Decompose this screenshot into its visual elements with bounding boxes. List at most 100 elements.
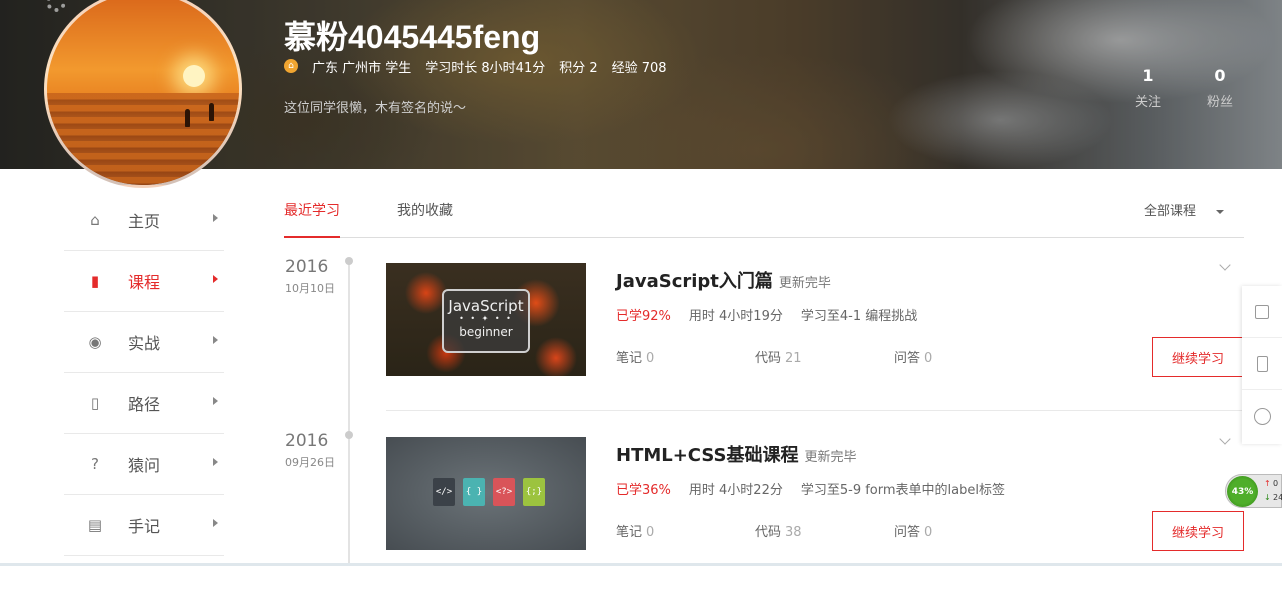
- followers-label: 粉丝: [1206, 95, 1233, 110]
- chevron-right-icon: [213, 458, 218, 466]
- notes-count[interactable]: 笔记 0: [616, 521, 654, 540]
- course-progress: 已学36%: [616, 483, 671, 498]
- experience: 经验 708: [611, 60, 667, 76]
- signature: 这位同学很懒，木有签名的说～: [284, 101, 467, 116]
- sidebar-item-label: 猿问: [128, 456, 161, 475]
- qa-count[interactable]: 问答 0: [894, 347, 932, 366]
- code-count[interactable]: 代码 38: [755, 521, 802, 540]
- course-divider: [386, 410, 1244, 411]
- sidebar-item-label: 实战: [128, 334, 161, 353]
- avatar[interactable]: [44, 0, 242, 188]
- course-title[interactable]: JavaScript入门篇: [616, 271, 773, 292]
- download-value: 24: [1273, 493, 1282, 502]
- feedback-button[interactable]: [1242, 286, 1282, 338]
- sidebar-item-home[interactable]: ⌂ 主页: [64, 190, 224, 251]
- mobile-app-button[interactable]: [1242, 338, 1282, 390]
- code-value: 21: [785, 351, 802, 366]
- sidebar-item-courses[interactable]: ▮ 课程: [64, 251, 224, 312]
- notes-value: 0: [646, 351, 655, 366]
- sidebar-nav: ⌂ 主页 ▮ 课程 ◉ 实战 ▯ 路径 ? 猿问 ▤ 手记: [64, 190, 224, 556]
- javascript-badge: JavaScript • • ✦ • • beginner: [442, 289, 530, 353]
- course-item: 2016 10月10日 JavaScript • • ✦ • • beginne…: [280, 257, 1250, 431]
- network-speed-widget[interactable]: 43% ↑ 0 ↓ 24: [1225, 474, 1282, 508]
- qa-value: 0: [924, 525, 933, 540]
- chevron-down-icon[interactable]: [1219, 259, 1231, 271]
- following-label: 关注: [1134, 95, 1161, 110]
- profile-meta: ⌂ 广东 广州市 学生 学习时长 8小时41分 积分 2 经验 708: [284, 56, 667, 76]
- css-file-icon: { }: [463, 478, 485, 506]
- thumb-dots: • • ✦ • •: [459, 314, 513, 323]
- course-thumbnail[interactable]: JavaScript • • ✦ • • beginner: [386, 263, 586, 376]
- followers-stat[interactable]: 0 粉丝: [1195, 66, 1245, 110]
- notes-value: 0: [646, 525, 655, 540]
- course-info: 已学36% 用时 4小时22分 学习至5-9 form表单中的label标签: [616, 479, 1005, 498]
- course-title[interactable]: HTML+CSS基础课程: [616, 445, 798, 466]
- qa-count[interactable]: 问答 0: [894, 521, 932, 540]
- location-text: 广东 广州市 学生: [312, 60, 412, 76]
- course-info: 已学92% 用时 4小时19分 学习至4-1 编程挑战: [616, 305, 917, 324]
- sidebar-item-paths[interactable]: ▯ 路径: [64, 373, 224, 434]
- chevron-right-icon: [213, 397, 218, 405]
- right-toolbar: [1242, 286, 1282, 444]
- course-thumbnail[interactable]: </> { } <?> {;}: [386, 437, 586, 550]
- sidebar-item-label: 路径: [128, 395, 161, 414]
- course-last-lesson[interactable]: 学习至5-9 form表单中的label标签: [801, 479, 1005, 498]
- course-title-row: JavaScript入门篇 更新完毕: [616, 267, 831, 293]
- avatar-figure: [209, 103, 214, 121]
- signal-icon: ◉: [88, 333, 102, 351]
- following-stat[interactable]: 1 关注: [1123, 66, 1173, 110]
- chat-button[interactable]: [1242, 390, 1282, 442]
- caret-down-icon: [1216, 209, 1224, 214]
- chevron-right-icon: [213, 275, 218, 283]
- course-duration: 用时 4小时22分: [688, 483, 783, 498]
- following-count: 1: [1142, 66, 1154, 85]
- feedback-icon: [1255, 304, 1269, 319]
- php-file-icon: <?>: [493, 478, 515, 506]
- sidebar-item-label: 课程: [128, 273, 161, 292]
- sidebar-item-practice[interactable]: ◉ 实战: [64, 312, 224, 373]
- course-title-row: HTML+CSS基础课程 更新完毕: [616, 441, 857, 467]
- user-name: 慕粉4045445feng: [284, 19, 541, 55]
- js-file-icon: {;}: [523, 478, 545, 506]
- sidebar-item-questions[interactable]: ? 猿问: [64, 434, 224, 495]
- chevron-down-icon[interactable]: [1219, 433, 1231, 445]
- sidebar-item-notes[interactable]: ▤ 手记: [64, 495, 224, 556]
- notes-label: 笔记: [616, 351, 643, 366]
- course-progress: 已学92%: [616, 309, 671, 324]
- sidebar-item-label: 主页: [128, 212, 161, 231]
- course-filter-dropdown[interactable]: 全部课程: [1144, 200, 1224, 219]
- avatar-sun: [183, 65, 205, 87]
- course-item: 2016 09月26日 </> { } <?> {;} HTML+CSS基础课程…: [280, 431, 1250, 605]
- question-icon: ?: [91, 455, 99, 473]
- course-year: 2016: [285, 431, 329, 451]
- book-icon: ▮: [90, 272, 100, 290]
- code-file-icon: </>: [433, 478, 455, 506]
- notes-count[interactable]: 笔记 0: [616, 347, 654, 366]
- timeline-dot: [345, 431, 353, 439]
- location-icon: ⌂: [284, 59, 298, 73]
- code-label: 代码: [755, 525, 782, 540]
- tab-favorites[interactable]: 我的收藏: [397, 200, 453, 238]
- course-last-lesson[interactable]: 学习至4-1 编程挑战: [801, 305, 917, 324]
- upload-value: 0: [1273, 479, 1279, 488]
- course-date: 09月26日: [285, 456, 335, 469]
- qa-value: 0: [924, 351, 933, 366]
- notes-label: 笔记: [616, 525, 643, 540]
- code-label: 代码: [755, 351, 782, 366]
- phone-icon: [1256, 355, 1268, 372]
- home-icon: ⌂: [90, 211, 100, 229]
- continue-learning-button[interactable]: 继续学习: [1152, 337, 1244, 377]
- thumb-title: JavaScript: [448, 297, 524, 315]
- sidebar-item-label: 手记: [128, 517, 161, 536]
- continue-learning-button[interactable]: 继续学习: [1152, 511, 1244, 551]
- code-value: 38: [785, 525, 802, 540]
- notes-icon: ▤: [87, 516, 103, 534]
- timeline-dot: [345, 257, 353, 265]
- points: 积分 2: [559, 60, 598, 76]
- tab-recent[interactable]: 最近学习: [284, 200, 340, 238]
- course-filter-label: 全部课程: [1143, 204, 1196, 219]
- upload-arrow-icon: ↑: [1264, 479, 1271, 488]
- avatar-figure: [185, 109, 190, 127]
- code-count[interactable]: 代码 21: [755, 347, 802, 366]
- chevron-right-icon: [213, 519, 218, 527]
